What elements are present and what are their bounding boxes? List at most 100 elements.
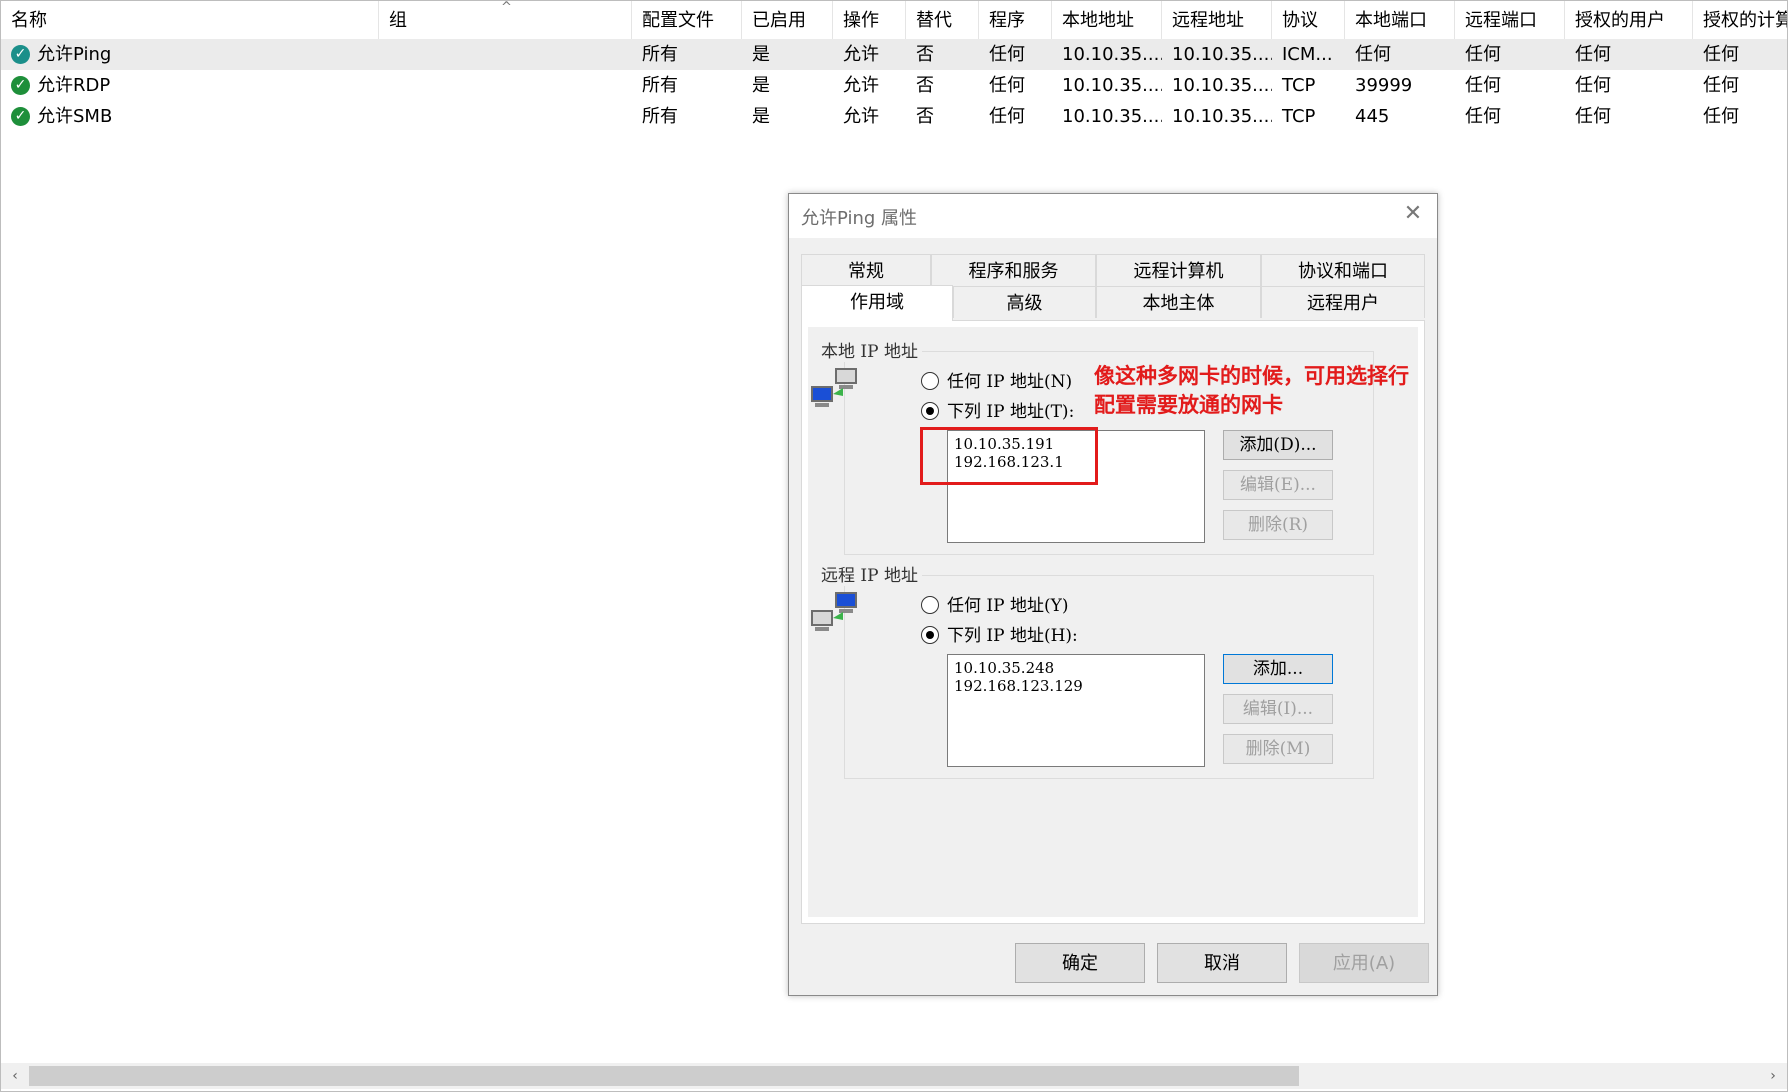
rule-group	[379, 101, 632, 132]
column-header-authorized-computers[interactable]: 授权的计算	[1693, 1, 1787, 39]
rule-remote-address: 10.10.35....	[1172, 106, 1272, 127]
apply-button[interactable]: 应用(A)	[1299, 943, 1429, 983]
column-header-name[interactable]: 名称	[1, 1, 379, 39]
column-header-remote-address[interactable]: 远程地址	[1162, 1, 1272, 39]
rule-local-port: 39999	[1355, 75, 1413, 96]
dialog-titlebar[interactable]: 允许Ping 属性 ✕	[789, 194, 1437, 238]
ok-button[interactable]: 确定	[1015, 943, 1145, 983]
rule-protocol: TCP	[1282, 75, 1316, 96]
local-edit-button[interactable]: 编辑(E)...	[1223, 470, 1333, 500]
table-row[interactable]: ✓ 允许SMB 所有 是 允许 否 任何 10.10.35.... 10.10.…	[1, 101, 1787, 132]
rule-program: 任何	[989, 106, 1025, 127]
remote-ip-listbox[interactable]: 10.10.35.248 192.168.123.129	[947, 654, 1205, 767]
remote-ip-legend: 远程 IP 地址	[817, 561, 922, 586]
remote-list-ip-label: 下列 IP 地址(H):	[947, 626, 1078, 646]
remote-any-ip-radio[interactable]	[921, 596, 939, 614]
rule-local-address: 10.10.35....	[1062, 75, 1162, 96]
rule-name: 允许RDP	[37, 75, 111, 96]
scrollbar-thumb[interactable]	[29, 1066, 1299, 1086]
remote-edit-button[interactable]: 编辑(I)...	[1223, 694, 1333, 724]
remote-remove-button[interactable]: 删除(M)	[1223, 734, 1333, 764]
column-header-local-address[interactable]: 本地地址	[1052, 1, 1162, 39]
annotation-highlight-box	[920, 427, 1098, 485]
rule-local-address: 10.10.35....	[1062, 44, 1162, 65]
rule-authorized-users: 任何	[1575, 106, 1611, 127]
rule-authorized-computers: 任何	[1703, 75, 1739, 96]
local-add-button[interactable]: 添加(D)...	[1223, 430, 1333, 460]
rule-action: 允许	[843, 44, 879, 65]
local-ip-legend: 本地 IP 地址	[817, 337, 922, 362]
tab-scope[interactable]: 作用域	[801, 285, 953, 321]
tab-protocols-ports[interactable]: 协议和端口	[1261, 254, 1425, 286]
local-remove-button[interactable]: 删除(R)	[1223, 510, 1333, 540]
local-list-ip-label: 下列 IP 地址(T):	[947, 402, 1075, 422]
annotation-note: 像这种多网卡的时候，可用选择行 配置需要放通的网卡	[1094, 362, 1409, 420]
rule-profile: 所有	[642, 106, 678, 127]
rule-name: 允许SMB	[37, 106, 113, 127]
rule-remote-address: 10.10.35....	[1172, 44, 1272, 65]
remote-ip-group: 远程 IP 地址 任何 IP 地址(Y) 下列 IP 地址(H): 10.10.…	[811, 561, 1374, 779]
rules-table-header: 名称 组 配置文件 已启用 操作 替代 程序 本地地址 远程地址 协议 本地端口…	[1, 1, 1787, 39]
rule-group	[379, 70, 632, 101]
rule-enabled-check-icon: ✓	[11, 45, 30, 64]
rule-override: 否	[916, 75, 934, 96]
rule-enabled: 是	[752, 106, 770, 127]
rule-remote-port: 任何	[1465, 106, 1501, 127]
rule-properties-dialog: 允许Ping 属性 ✕ 常规 程序和服务 远程计算机 协议和端口 作用域 高级 …	[788, 193, 1438, 996]
local-any-ip-radio[interactable]	[921, 372, 939, 390]
remote-list-ip-radio[interactable]	[921, 626, 939, 644]
rule-name: 允许Ping	[37, 44, 112, 65]
tab-local-principals[interactable]: 本地主体	[1096, 286, 1261, 318]
column-header-remote-port[interactable]: 远程端口	[1455, 1, 1565, 39]
column-header-protocol[interactable]: 协议	[1272, 1, 1345, 39]
rule-authorized-computers: 任何	[1703, 44, 1739, 65]
rule-enabled-check-icon: ✓	[11, 107, 30, 126]
sort-ascending-icon: ^	[501, 0, 512, 15]
table-row[interactable]: ✓ 允许RDP 所有 是 允许 否 任何 10.10.35.... 10.10.…	[1, 70, 1787, 101]
scroll-right-icon[interactable]: ›	[1761, 1063, 1785, 1089]
tab-general[interactable]: 常规	[801, 254, 931, 286]
column-header-enabled[interactable]: 已启用	[742, 1, 833, 39]
rule-action: 允许	[843, 75, 879, 96]
rule-local-address: 10.10.35....	[1062, 106, 1162, 127]
rule-local-port: 任何	[1355, 44, 1391, 65]
rule-program: 任何	[989, 75, 1025, 96]
remote-add-button[interactable]: 添加...	[1223, 654, 1333, 684]
rule-override: 否	[916, 106, 934, 127]
rule-protocol: TCP	[1282, 106, 1316, 127]
cancel-button[interactable]: 取消	[1157, 943, 1287, 983]
rule-enabled: 是	[752, 44, 770, 65]
column-header-action[interactable]: 操作	[833, 1, 906, 39]
column-header-local-port[interactable]: 本地端口	[1345, 1, 1455, 39]
rule-remote-address: 10.10.35....	[1172, 75, 1272, 96]
rule-override: 否	[916, 44, 934, 65]
tab-advanced[interactable]: 高级	[953, 286, 1096, 318]
dialog-title: 允许Ping 属性	[801, 208, 918, 229]
tab-remote-users[interactable]: 远程用户	[1261, 286, 1425, 318]
rule-authorized-computers: 任何	[1703, 106, 1739, 127]
list-item[interactable]: 192.168.123.129	[954, 677, 1204, 695]
rule-action: 允许	[843, 106, 879, 127]
rule-profile: 所有	[642, 44, 678, 65]
local-any-ip-label: 任何 IP 地址(N)	[947, 372, 1073, 392]
scroll-left-icon[interactable]: ‹	[3, 1063, 27, 1089]
list-item[interactable]: 10.10.35.248	[954, 659, 1204, 677]
rule-local-port: 445	[1355, 106, 1390, 127]
annotation-line-1: 像这种多网卡的时候，可用选择行	[1094, 364, 1409, 388]
annotation-line-2: 配置需要放通的网卡	[1094, 393, 1283, 417]
rule-group	[379, 39, 632, 70]
rule-authorized-users: 任何	[1575, 44, 1611, 65]
local-list-ip-radio[interactable]	[921, 402, 939, 420]
column-header-profile[interactable]: 配置文件	[632, 1, 742, 39]
rule-enabled: 是	[752, 75, 770, 96]
tab-remote-computers[interactable]: 远程计算机	[1096, 254, 1261, 286]
tab-programs-services[interactable]: 程序和服务	[931, 254, 1096, 286]
column-header-authorized-users[interactable]: 授权的用户	[1565, 1, 1693, 39]
rule-remote-port: 任何	[1465, 44, 1501, 65]
horizontal-scrollbar[interactable]: ‹ ›	[1, 1063, 1787, 1089]
close-icon[interactable]: ✕	[1401, 202, 1425, 226]
network-computers-icon	[811, 592, 857, 631]
table-row[interactable]: ✓ 允许Ping 所有 是 允许 否 任何 10.10.35.... 10.10…	[1, 39, 1787, 70]
column-header-override[interactable]: 替代	[906, 1, 979, 39]
column-header-program[interactable]: 程序	[979, 1, 1052, 39]
